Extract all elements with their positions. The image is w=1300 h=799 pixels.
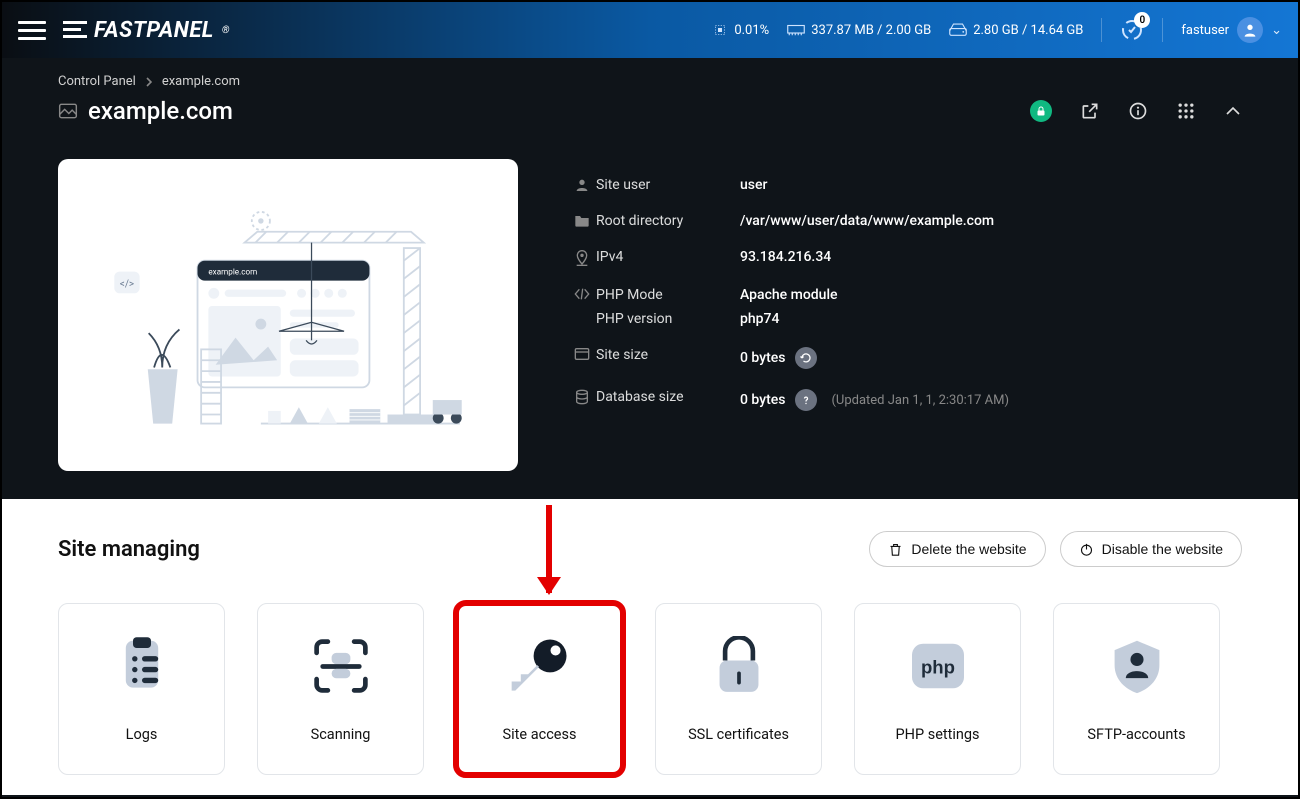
php-icon: php <box>908 636 968 696</box>
cpu-stat: 0.01% <box>712 22 769 38</box>
help-dbsize[interactable] <box>795 389 817 411</box>
info-row-dbsize: Database size 0 bytes (Updated Jan 1, 1,… <box>574 379 1242 421</box>
card-logs[interactable]: Logs <box>58 603 225 775</box>
ram-icon <box>787 23 805 37</box>
ssl-lock-badge[interactable] <box>1030 100 1052 122</box>
window-icon <box>574 347 596 361</box>
hamburger-menu[interactable] <box>18 16 46 44</box>
page-title: example.com <box>58 97 233 125</box>
card-sftp[interactable]: SFTP-accounts <box>1053 603 1220 775</box>
notifications[interactable]: 0 <box>1120 18 1144 42</box>
code-icon <box>574 287 596 301</box>
page-subheader: Control Panel example.com example.com <box>2 58 1298 145</box>
user-icon <box>574 177 596 193</box>
brand-logo[interactable]: FASTPANEL® <box>62 18 230 43</box>
svg-text:</>: </> <box>120 279 134 290</box>
site-screenshot: </> example.com <box>58 159 518 471</box>
breadcrumb: Control Panel example.com <box>58 74 1242 89</box>
title-actions <box>1030 100 1242 122</box>
brand-text: FASTPANEL <box>94 18 214 43</box>
refresh-sitesize[interactable] <box>795 347 817 369</box>
managing-cards: Logs Scanning Site access SSL certificat… <box>58 603 1242 775</box>
user-menu[interactable]: fastuser ⌄ <box>1181 17 1282 43</box>
annotation-arrow <box>546 505 552 593</box>
lock-icon <box>714 636 764 696</box>
avatar-icon <box>1237 17 1263 43</box>
key-icon <box>508 636 572 696</box>
site-info: </> example.com <box>2 145 1298 499</box>
logo-icon <box>62 18 88 42</box>
managing-title: Site managing <box>58 537 200 562</box>
disk-icon <box>949 23 967 37</box>
card-php[interactable]: php PHP settings <box>854 603 1021 775</box>
screenshot-domain-label: example.com <box>208 266 257 276</box>
delete-website-button[interactable]: Delete the website <box>869 531 1045 567</box>
info-list: Site user user Root directory /var/www/u… <box>574 159 1242 471</box>
card-ssl[interactable]: SSL certificates <box>655 603 822 775</box>
info-row-php: PHP Mode PHP version Apache module php74 <box>574 277 1242 337</box>
info-icon[interactable] <box>1128 101 1148 121</box>
info-row-user: Site user user <box>574 167 1242 203</box>
ram-stat: 337.87 MB / 2.00 GB <box>787 23 931 38</box>
image-icon <box>58 101 78 121</box>
location-icon <box>574 249 596 267</box>
info-row-root: Root directory /var/www/user/data/www/ex… <box>574 203 1242 239</box>
card-scanning[interactable]: Scanning <box>257 603 424 775</box>
power-icon <box>1079 542 1094 557</box>
info-row-sitesize: Site size 0 bytes <box>574 337 1242 379</box>
notification-count: 0 <box>1134 12 1150 28</box>
scanning-icon <box>311 636 371 696</box>
chevron-right-icon <box>146 77 152 87</box>
card-site-access[interactable]: Site access <box>456 603 623 775</box>
breadcrumb-current: example.com <box>162 74 240 89</box>
apps-grid-icon[interactable] <box>1176 101 1196 121</box>
disable-website-button[interactable]: Disable the website <box>1060 531 1242 567</box>
sftp-icon <box>1109 636 1165 696</box>
site-managing: Site managing Delete the website Disable… <box>2 499 1298 795</box>
cpu-icon <box>712 22 728 38</box>
folder-icon <box>574 213 596 227</box>
external-link-icon[interactable] <box>1080 101 1100 121</box>
chevron-down-icon: ⌄ <box>1271 23 1282 38</box>
disk-stat: 2.80 GB / 14.64 GB <box>949 23 1083 38</box>
top-header: FASTPANEL® 0.01% 337.87 MB / 2.00 GB 2.8… <box>2 2 1298 58</box>
svg-text:php: php <box>920 656 954 677</box>
trash-icon <box>888 542 903 557</box>
header-right: 0.01% 337.87 MB / 2.00 GB 2.80 GB / 14.6… <box>712 17 1282 43</box>
breadcrumb-root[interactable]: Control Panel <box>58 74 136 89</box>
logs-icon <box>115 636 169 696</box>
info-row-ipv4: IPv4 93.184.216.34 <box>574 239 1242 277</box>
database-icon <box>574 389 596 405</box>
chevron-up-icon[interactable] <box>1224 102 1242 120</box>
